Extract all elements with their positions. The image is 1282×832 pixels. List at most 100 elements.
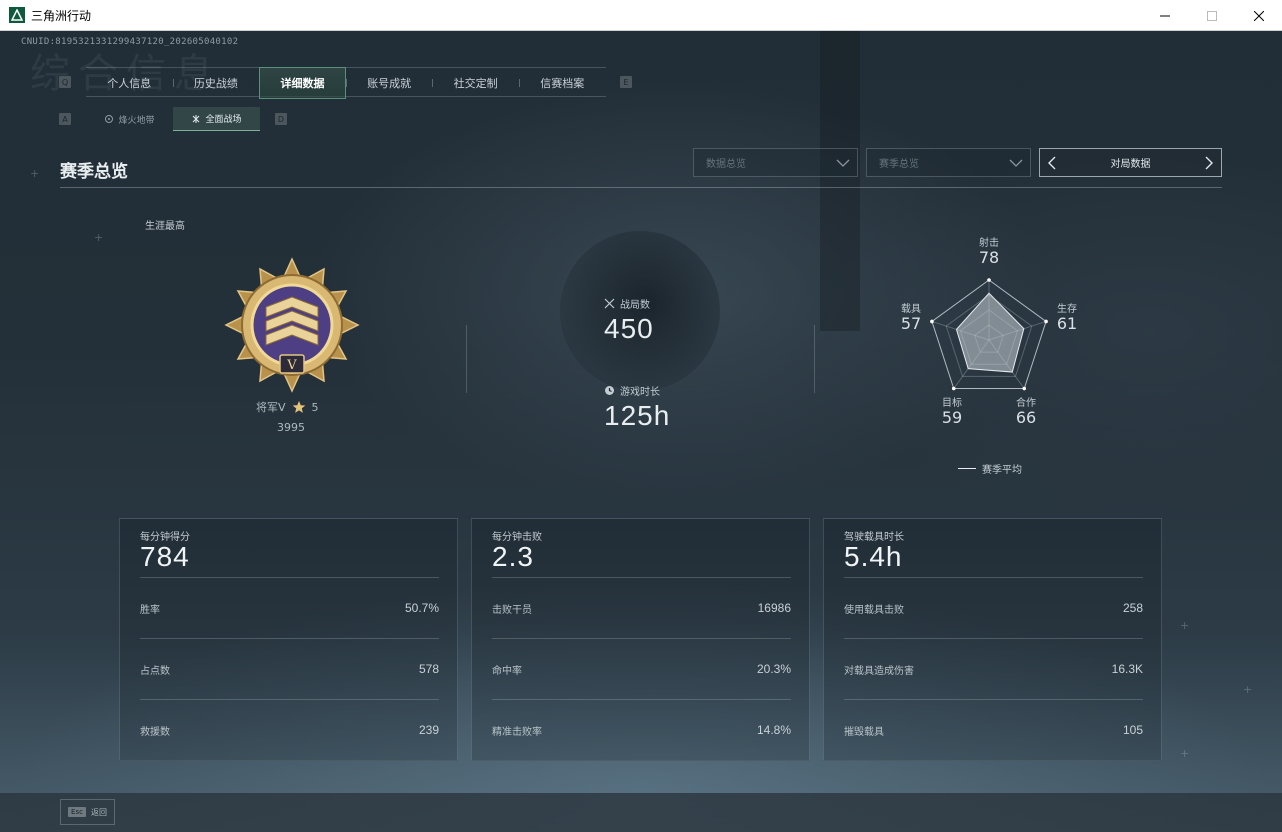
close-icon bbox=[1253, 10, 1264, 21]
row-value: 14.8% bbox=[756, 723, 791, 737]
window-title: 三角洲行动 bbox=[31, 8, 92, 23]
row-value: 258 bbox=[1122, 601, 1143, 615]
tab-personal-info[interactable]: 个人信息 bbox=[86, 68, 173, 98]
subtab-warfare[interactable]: 全面战场 bbox=[173, 107, 260, 131]
background-tower bbox=[820, 31, 860, 331]
tab-achievements[interactable]: 账号成就 bbox=[345, 68, 433, 98]
tab-detailed-data[interactable]: 详细数据 bbox=[259, 67, 346, 99]
radar-vertex-dot bbox=[987, 278, 991, 282]
key-hint-q: Q bbox=[59, 76, 71, 88]
warfare-icon bbox=[193, 114, 200, 123]
matches-label: 战局数 bbox=[620, 300, 650, 311]
subtab-label: 全面战场 bbox=[205, 115, 242, 125]
tab-profile[interactable]: 信赛档案 bbox=[518, 68, 606, 98]
card-main-value: 2.3 bbox=[492, 541, 534, 572]
tab-label: 历史战绩 bbox=[193, 77, 238, 90]
minimize-button[interactable] bbox=[1141, 0, 1188, 31]
legend-label: 赛季平均 bbox=[982, 465, 1022, 476]
kills-per-minute-card: 每分钟击败 2.3 击败干员 16986 命中率 20.3% 精准击败率 14.8% bbox=[471, 518, 810, 761]
maximize-icon bbox=[1206, 10, 1217, 21]
row-value: 105 bbox=[1122, 723, 1143, 737]
maximize-button[interactable] bbox=[1188, 0, 1235, 31]
row-label: 占点数 bbox=[140, 665, 170, 677]
radar-label-vehicle: 载具 bbox=[901, 304, 921, 315]
matches-value: 450 bbox=[604, 313, 654, 344]
clock-icon bbox=[605, 386, 614, 395]
row-value: 239 bbox=[418, 723, 439, 737]
key-hint-e: E bbox=[620, 76, 632, 88]
crossed-swords-icon bbox=[604, 298, 615, 309]
card-row: 命中率 20.3% bbox=[492, 638, 791, 699]
next-arrow-icon[interactable] bbox=[1203, 156, 1215, 170]
tab-match-history[interactable]: 历史战绩 bbox=[172, 68, 260, 98]
card-row: 胜率 50.7% bbox=[140, 577, 439, 638]
row-label: 使用载具击败 bbox=[844, 604, 904, 616]
back-button[interactable]: Esc 返回 bbox=[60, 799, 115, 825]
card-main-value: 784 bbox=[140, 541, 190, 572]
sub-tab-bar: 烽火地带 全面战场 bbox=[86, 107, 260, 131]
row-label: 精准击败率 bbox=[492, 726, 542, 738]
radar-vertex-dot bbox=[1022, 386, 1027, 391]
row-value: 20.3% bbox=[756, 662, 791, 676]
radar-value-vehicle: 57 bbox=[900, 314, 922, 333]
grid-cross-icon: + bbox=[1243, 683, 1253, 696]
hazard-zone-icon bbox=[105, 115, 114, 123]
playtime-value: 125h bbox=[604, 400, 671, 431]
grid-cross-icon: + bbox=[30, 167, 40, 180]
esc-key-hint: Esc bbox=[68, 807, 86, 817]
tab-label: 社交定制 bbox=[453, 77, 498, 90]
radar-value-teamwork: 66 bbox=[1015, 408, 1037, 427]
grid-cross-icon: + bbox=[1180, 619, 1190, 632]
card-row: 对载具造成伤害 16.3K bbox=[844, 638, 1143, 699]
key-hint-a: A bbox=[59, 113, 71, 125]
row-label: 救援数 bbox=[140, 726, 170, 738]
game-screen: + + + + + 综合信息 CNUID:8195321331299437120… bbox=[0, 31, 1282, 832]
grid-cross-icon: + bbox=[94, 231, 104, 244]
dropdown-value: 数据总览 bbox=[706, 159, 746, 170]
prev-arrow-icon[interactable] bbox=[1046, 156, 1058, 170]
season-dropdown[interactable]: 赛季总览 bbox=[866, 148, 1031, 177]
tab-social[interactable]: 社交定制 bbox=[432, 68, 519, 98]
row-value: 16986 bbox=[757, 601, 791, 615]
main-tab-bar: 个人信息 历史战绩 详细数据 账号成就 社交定制 信赛档案 bbox=[86, 67, 606, 99]
star-icon bbox=[292, 401, 305, 413]
radar-value-survival: 61 bbox=[1056, 314, 1078, 333]
dropdown-value: 赛季总览 bbox=[879, 159, 919, 170]
radar-vertex-dot bbox=[951, 386, 956, 391]
playtime-stat: 游戏时长 125h bbox=[604, 383, 670, 432]
card-row: 击败干员 16986 bbox=[492, 577, 791, 638]
star-count: 5 bbox=[311, 400, 319, 414]
data-type-dropdown[interactable]: 数据总览 bbox=[693, 148, 858, 177]
score-per-minute-card: 每分钟得分 784 胜率 50.7% 占点数 578 救援数 239 bbox=[119, 518, 458, 761]
career-best-label: 生涯最高 bbox=[145, 221, 185, 232]
tab-label: 信赛档案 bbox=[540, 77, 585, 90]
stats-divider-left bbox=[466, 325, 467, 393]
player-uid: CNUID:8195321331299437120_202605040102 bbox=[21, 37, 239, 47]
card-row: 摧毁载具 105 bbox=[844, 699, 1143, 760]
playtime-label: 游戏时长 bbox=[620, 387, 660, 398]
radar-legend: 赛季平均 bbox=[958, 461, 1022, 476]
stats-divider-right bbox=[814, 325, 815, 393]
radar-value-objective: 59 bbox=[941, 408, 963, 427]
radar-label-shooting: 射击 bbox=[979, 238, 999, 249]
row-value: 578 bbox=[418, 662, 439, 676]
close-button[interactable] bbox=[1235, 0, 1282, 31]
match-data-selector: 对局数据 bbox=[1039, 148, 1222, 177]
card-row: 救援数 239 bbox=[140, 699, 439, 760]
card-row: 使用载具击败 258 bbox=[844, 577, 1143, 638]
svg-text:V: V bbox=[286, 358, 297, 373]
tab-label: 详细数据 bbox=[280, 77, 325, 90]
radar-value-area bbox=[955, 292, 1025, 373]
chevron-down-icon bbox=[1009, 159, 1023, 167]
rank-name: 将军V 5 bbox=[256, 399, 319, 415]
card-row: 占点数 578 bbox=[140, 638, 439, 699]
tab-label: 个人信息 bbox=[107, 77, 152, 90]
minimize-icon bbox=[1159, 15, 1170, 16]
bottom-bar: Esc 返回 bbox=[0, 793, 1282, 832]
tab-label: 账号成就 bbox=[367, 77, 412, 90]
subtab-hazard-zone[interactable]: 烽火地带 bbox=[86, 107, 173, 131]
selector-label: 对局数据 bbox=[1110, 159, 1151, 170]
card-row: 精准击败率 14.8% bbox=[492, 699, 791, 760]
key-hint-d: D bbox=[275, 113, 287, 125]
row-label: 对载具造成伤害 bbox=[844, 665, 914, 677]
